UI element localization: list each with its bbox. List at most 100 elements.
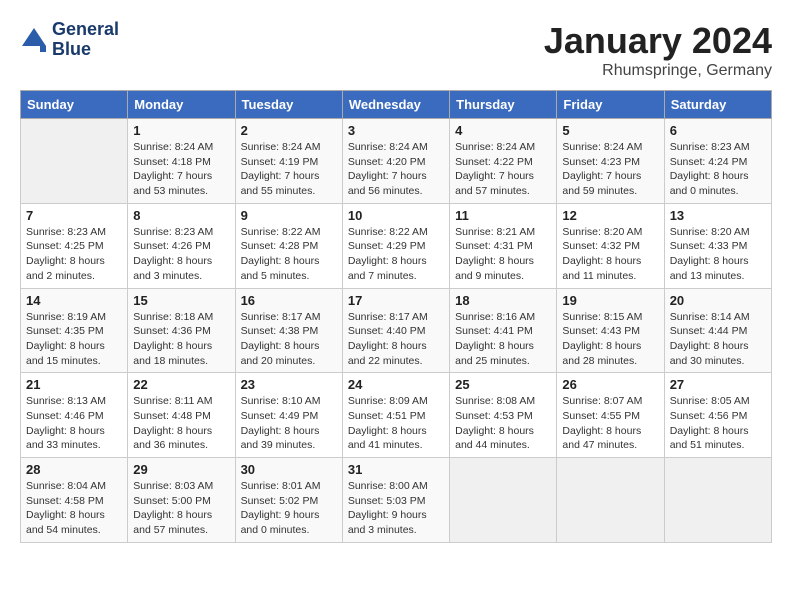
calendar-cell xyxy=(450,458,557,543)
calendar-cell: 28Sunrise: 8:04 AMSunset: 4:58 PMDayligh… xyxy=(21,458,128,543)
day-number: 1 xyxy=(133,123,229,138)
day-number: 2 xyxy=(241,123,337,138)
weekday-header-saturday: Saturday xyxy=(664,91,771,119)
day-info: Sunrise: 8:00 AMSunset: 5:03 PMDaylight:… xyxy=(348,479,444,538)
day-number: 27 xyxy=(670,377,766,392)
day-number: 18 xyxy=(455,293,551,308)
day-info: Sunrise: 8:16 AMSunset: 4:41 PMDaylight:… xyxy=(455,310,551,369)
day-info: Sunrise: 8:20 AMSunset: 4:33 PMDaylight:… xyxy=(670,225,766,284)
calendar-cell: 3Sunrise: 8:24 AMSunset: 4:20 PMDaylight… xyxy=(342,119,449,204)
calendar-cell: 21 Sunrise: 8:13 AMSunset: 4:46 PMDayligh… xyxy=(21,373,128,458)
day-info: Sunrise: 8:23 AMSunset: 4:25 PMDaylight:… xyxy=(26,225,122,284)
calendar-cell: 17 Sunrise: 8:17 AMSunset: 4:40 PMDayligh… xyxy=(342,288,449,373)
calendar-cell xyxy=(557,458,664,543)
calendar-cell: 12Sunrise: 8:20 AMSunset: 4:32 PMDayligh… xyxy=(557,203,664,288)
day-number: 26 xyxy=(562,377,658,392)
day-info: Sunrise: 8:09 AMSunset: 4:51 PMDaylight:… xyxy=(348,394,444,453)
title-area: January 2024 Rhumspringe, Germany xyxy=(544,20,772,80)
weekday-header-row: SundayMondayTuesdayWednesdayThursdayFrid… xyxy=(21,91,772,119)
weekday-header-wednesday: Wednesday xyxy=(342,91,449,119)
calendar-cell: 5 Sunrise: 8:24 AMSunset: 4:23 PMDaylight… xyxy=(557,119,664,204)
day-number: 17 xyxy=(348,293,444,308)
calendar-week-row: 1 Sunrise: 8:24 AMSunset: 4:18 PMDaylight… xyxy=(21,119,772,204)
weekday-header-monday: Monday xyxy=(128,91,235,119)
weekday-header-thursday: Thursday xyxy=(450,91,557,119)
day-number: 7 xyxy=(26,208,122,223)
calendar-week-row: 21 Sunrise: 8:13 AMSunset: 4:46 PMDayligh… xyxy=(21,373,772,458)
calendar-table: SundayMondayTuesdayWednesdayThursdayFrid… xyxy=(20,90,772,543)
calendar-cell: 11Sunrise: 8:21 AMSunset: 4:31 PMDayligh… xyxy=(450,203,557,288)
calendar-cell: 24 Sunrise: 8:09 AMSunset: 4:51 PMDayligh… xyxy=(342,373,449,458)
calendar-cell: 9 Sunrise: 8:22 AMSunset: 4:28 PMDaylight… xyxy=(235,203,342,288)
calendar-cell: 20Sunrise: 8:14 AMSunset: 4:44 PMDayligh… xyxy=(664,288,771,373)
day-number: 28 xyxy=(26,462,122,477)
calendar-cell: 14 Sunrise: 8:19 AMSunset: 4:35 PMDayligh… xyxy=(21,288,128,373)
logo: General Blue xyxy=(20,20,119,60)
calendar-cell: 13 Sunrise: 8:20 AMSunset: 4:33 PMDayligh… xyxy=(664,203,771,288)
day-info: Sunrise: 8:14 AMSunset: 4:44 PMDaylight:… xyxy=(670,310,766,369)
day-number: 15 xyxy=(133,293,229,308)
calendar-cell: 25 Sunrise: 8:08 AMSunset: 4:53 PMDayligh… xyxy=(450,373,557,458)
calendar-cell: 6Sunrise: 8:23 AMSunset: 4:24 PMDaylight… xyxy=(664,119,771,204)
day-number: 31 xyxy=(348,462,444,477)
location-title: Rhumspringe, Germany xyxy=(544,62,772,80)
day-number: 4 xyxy=(455,123,551,138)
calendar-cell xyxy=(664,458,771,543)
day-number: 8 xyxy=(133,208,229,223)
day-info: Sunrise: 8:03 AMSunset: 5:00 PMDaylight:… xyxy=(133,479,229,538)
calendar-cell: 2 Sunrise: 8:24 AMSunset: 4:19 PMDaylight… xyxy=(235,119,342,204)
calendar-cell: 10 Sunrise: 8:22 AMSunset: 4:29 PMDayligh… xyxy=(342,203,449,288)
weekday-header-sunday: Sunday xyxy=(21,91,128,119)
day-info: Sunrise: 8:24 AMSunset: 4:18 PMDaylight:… xyxy=(133,140,229,199)
day-number: 3 xyxy=(348,123,444,138)
day-number: 5 xyxy=(562,123,658,138)
calendar-cell: 30Sunrise: 8:01 AMSunset: 5:02 PMDayligh… xyxy=(235,458,342,543)
day-info: Sunrise: 8:05 AMSunset: 4:56 PMDaylight:… xyxy=(670,394,766,453)
day-number: 10 xyxy=(348,208,444,223)
day-number: 24 xyxy=(348,377,444,392)
day-info: Sunrise: 8:24 AMSunset: 4:19 PMDaylight:… xyxy=(241,140,337,199)
day-info: Sunrise: 8:01 AMSunset: 5:02 PMDaylight:… xyxy=(241,479,337,538)
day-number: 21 xyxy=(26,377,122,392)
calendar-week-row: 7 Sunrise: 8:23 AMSunset: 4:25 PMDaylight… xyxy=(21,203,772,288)
day-info: Sunrise: 8:07 AMSunset: 4:55 PMDaylight:… xyxy=(562,394,658,453)
calendar-cell xyxy=(21,119,128,204)
month-title: January 2024 xyxy=(544,20,772,62)
calendar-cell: 7 Sunrise: 8:23 AMSunset: 4:25 PMDaylight… xyxy=(21,203,128,288)
day-info: Sunrise: 8:17 AMSunset: 4:40 PMDaylight:… xyxy=(348,310,444,369)
calendar-cell: 18 Sunrise: 8:16 AMSunset: 4:41 PMDayligh… xyxy=(450,288,557,373)
day-number: 9 xyxy=(241,208,337,223)
day-number: 23 xyxy=(241,377,337,392)
day-info: Sunrise: 8:21 AMSunset: 4:31 PMDaylight:… xyxy=(455,225,551,284)
day-number: 25 xyxy=(455,377,551,392)
day-info: Sunrise: 8:22 AMSunset: 4:28 PMDaylight:… xyxy=(241,225,337,284)
weekday-header-tuesday: Tuesday xyxy=(235,91,342,119)
day-info: Sunrise: 8:08 AMSunset: 4:53 PMDaylight:… xyxy=(455,394,551,453)
day-info: Sunrise: 8:22 AMSunset: 4:29 PMDaylight:… xyxy=(348,225,444,284)
day-info: Sunrise: 8:20 AMSunset: 4:32 PMDaylight:… xyxy=(562,225,658,284)
day-number: 13 xyxy=(670,208,766,223)
day-info: Sunrise: 8:23 AMSunset: 4:26 PMDaylight:… xyxy=(133,225,229,284)
calendar-cell: 16 Sunrise: 8:17 AMSunset: 4:38 PMDayligh… xyxy=(235,288,342,373)
page-header: General Blue January 2024 Rhumspringe, G… xyxy=(20,20,772,80)
day-info: Sunrise: 8:13 AMSunset: 4:46 PMDaylight:… xyxy=(26,394,122,453)
calendar-cell: 4 Sunrise: 8:24 AMSunset: 4:22 PMDaylight… xyxy=(450,119,557,204)
day-number: 16 xyxy=(241,293,337,308)
calendar-week-row: 28Sunrise: 8:04 AMSunset: 4:58 PMDayligh… xyxy=(21,458,772,543)
day-info: Sunrise: 8:23 AMSunset: 4:24 PMDaylight:… xyxy=(670,140,766,199)
calendar-cell: 15 Sunrise: 8:18 AMSunset: 4:36 PMDayligh… xyxy=(128,288,235,373)
day-info: Sunrise: 8:24 AMSunset: 4:22 PMDaylight:… xyxy=(455,140,551,199)
calendar-cell: 23 Sunrise: 8:10 AMSunset: 4:49 PMDayligh… xyxy=(235,373,342,458)
calendar-cell: 29 Sunrise: 8:03 AMSunset: 5:00 PMDayligh… xyxy=(128,458,235,543)
day-number: 29 xyxy=(133,462,229,477)
day-info: Sunrise: 8:24 AMSunset: 4:23 PMDaylight:… xyxy=(562,140,658,199)
weekday-header-friday: Friday xyxy=(557,91,664,119)
calendar-cell: 31 Sunrise: 8:00 AMSunset: 5:03 PMDayligh… xyxy=(342,458,449,543)
day-info: Sunrise: 8:11 AMSunset: 4:48 PMDaylight:… xyxy=(133,394,229,453)
day-number: 14 xyxy=(26,293,122,308)
day-info: Sunrise: 8:17 AMSunset: 4:38 PMDaylight:… xyxy=(241,310,337,369)
day-info: Sunrise: 8:18 AMSunset: 4:36 PMDaylight:… xyxy=(133,310,229,369)
day-info: Sunrise: 8:19 AMSunset: 4:35 PMDaylight:… xyxy=(26,310,122,369)
day-info: Sunrise: 8:10 AMSunset: 4:49 PMDaylight:… xyxy=(241,394,337,453)
calendar-cell: 1 Sunrise: 8:24 AMSunset: 4:18 PMDaylight… xyxy=(128,119,235,204)
